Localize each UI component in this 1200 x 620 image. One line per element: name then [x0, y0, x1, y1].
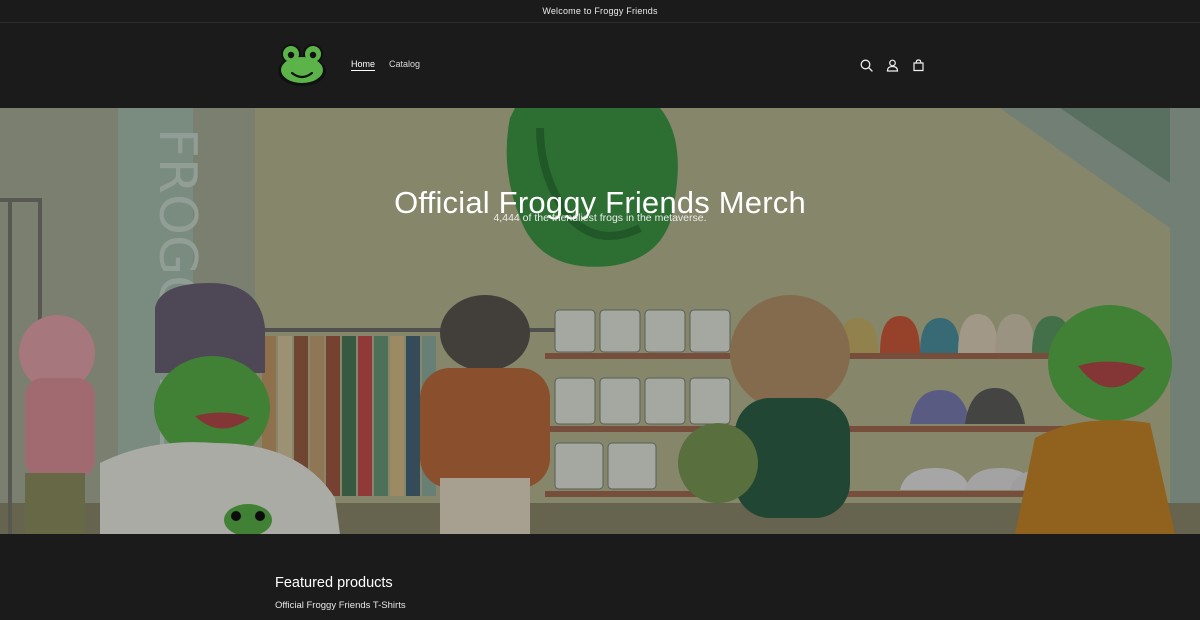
- nav-home-link[interactable]: Home: [351, 59, 375, 69]
- featured-products-section: Featured products Official Froggy Friend…: [275, 575, 406, 611]
- header-icons: [858, 57, 927, 74]
- announcement-bar: Welcome to Froggy Friends: [0, 0, 1200, 23]
- hero-overlay: [0, 108, 1200, 534]
- account-icon[interactable]: [884, 57, 901, 74]
- featured-heading: Featured products: [275, 575, 393, 591]
- site-header: Home Catalog: [0, 23, 1200, 108]
- hero-subtitle: 4,444 of the friendliest frogs in the me…: [493, 212, 707, 224]
- collection-link[interactable]: Official Froggy Friends T-Shirts: [275, 600, 406, 611]
- hero-banner: FROGGYFRIENDS: [0, 108, 1200, 534]
- main-nav: Home Catalog: [351, 59, 420, 69]
- search-icon[interactable]: [858, 57, 875, 74]
- cart-icon[interactable]: [910, 57, 927, 74]
- nav-catalog-link[interactable]: Catalog: [389, 59, 420, 69]
- announcement-text: Welcome to Froggy Friends: [542, 6, 658, 16]
- frog-logo-icon[interactable]: [274, 40, 330, 88]
